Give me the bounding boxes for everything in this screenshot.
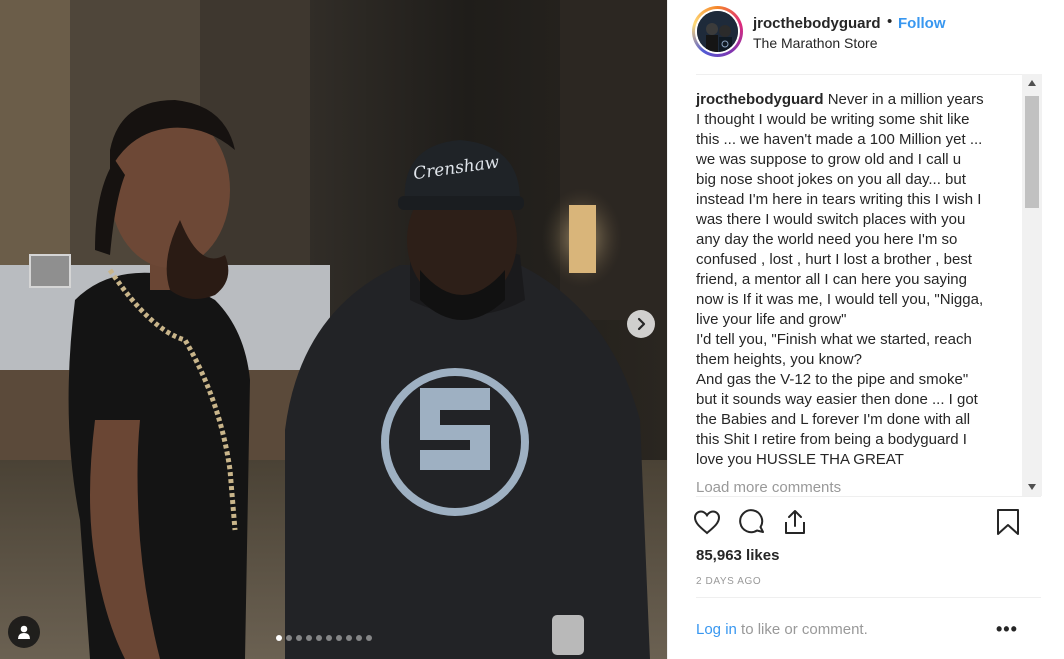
caption-line: any day the world need you here I'm so [696, 230, 996, 250]
triangle-up-icon [1028, 80, 1036, 86]
carousel-dot [306, 635, 312, 641]
post-sidebar: jrocthebodyguard • Follow The Marathon S… [667, 0, 1064, 659]
more-options-button[interactable]: ••• [996, 620, 1018, 638]
caption-text: love you HUSSLE THA GREAT [696, 451, 904, 468]
caption-text: this ... we haven't made a 100 Million y… [696, 131, 983, 148]
caption-text: the Babies and L forever I'm done with a… [696, 411, 971, 428]
login-prompt-text: to like or comment. [736, 621, 868, 638]
caption-text: I'd tell you, "Finish what we started, r… [696, 331, 972, 348]
caption-line: big nose shoot jokes on you all day... b… [696, 170, 996, 190]
login-divider [696, 597, 1041, 598]
caption-line: I'd tell you, "Finish what we started, r… [696, 330, 996, 350]
caption-author[interactable]: jrocthebodyguard [696, 91, 824, 108]
caption-line: jrocthebodyguard Never in a million year… [696, 90, 996, 110]
share-icon [785, 510, 805, 534]
post-username[interactable]: jrocthebodyguard [753, 15, 881, 32]
carousel-dot [296, 635, 302, 641]
caption-text: any day the world need you here I'm so [696, 231, 958, 248]
caption-text: them heights, you know? [696, 351, 862, 368]
post-age[interactable]: 2 DAYS AGO [696, 576, 761, 587]
caption-line: friend, a mentor all I can here you sayi… [696, 270, 996, 290]
caption-text: was there I would switch places with you [696, 211, 966, 228]
caption-text: this Shit I retire from being a bodyguar… [696, 431, 967, 448]
follow-button[interactable]: Follow [898, 15, 946, 32]
caption-line: them heights, you know? [696, 350, 996, 370]
caption-line: instead I'm here in tears writing this I… [696, 190, 996, 210]
comment-button[interactable] [737, 507, 767, 542]
carousel-dot [366, 635, 372, 641]
caption-text: but it sounds way easier then done ... I… [696, 391, 978, 408]
caption-text: instead I'm here in tears writing this I… [696, 191, 982, 208]
next-photo-button[interactable] [627, 310, 655, 338]
caption-line: this ... we haven't made a 100 Million y… [696, 130, 996, 150]
separator-bullet: • [887, 13, 893, 30]
avatar-image [697, 11, 738, 52]
carousel-dot [286, 635, 292, 641]
load-more-comments-button[interactable]: Load more comments [696, 479, 841, 496]
scroll-down-button[interactable] [1022, 478, 1042, 496]
login-prompt: Log in to like or comment. [696, 621, 868, 638]
carousel-dot [316, 635, 322, 641]
actions-divider [696, 496, 1041, 497]
likes-count[interactable]: 85,963 likes [696, 547, 779, 564]
comment-icon [739, 509, 764, 534]
login-link[interactable]: Log in [696, 621, 737, 638]
caption-line: now is If it was me, I would tell you, "… [696, 290, 996, 310]
bookmark-icon [997, 509, 1019, 535]
chevron-right-icon [637, 317, 646, 331]
photo-scene [0, 0, 667, 659]
carousel-dot [336, 635, 342, 641]
caption-line: the Babies and L forever I'm done with a… [696, 410, 996, 430]
caption-text: friend, a mentor all I can here you sayi… [696, 271, 967, 288]
caption-text: big nose shoot jokes on you all day... b… [696, 171, 966, 188]
carousel-indicator [276, 635, 372, 643]
action-bar [692, 507, 1032, 541]
avatar[interactable] [692, 6, 743, 57]
scroll-up-button[interactable] [1022, 74, 1042, 92]
save-button[interactable] [995, 507, 1021, 542]
triangle-down-icon [1028, 484, 1036, 490]
caption-text: confused , lost , hurt I lost a brother … [696, 251, 972, 268]
share-button[interactable] [780, 507, 810, 542]
caption-text: we was suppose to grow old and I call u [696, 151, 962, 168]
scrollbar-thumb[interactable] [1025, 96, 1039, 208]
caption: jrocthebodyguard Never in a million year… [696, 90, 996, 470]
post-header: jrocthebodyguard • Follow The Marathon S… [668, 0, 1064, 75]
caption-line: was there I would switch places with you [696, 210, 996, 230]
comments-scrollbar[interactable] [1022, 74, 1042, 496]
post-photo[interactable]: Crenshaw [0, 0, 667, 659]
caption-line: I thought I would be writing some shit l… [696, 110, 996, 130]
carousel-dot [346, 635, 352, 641]
carousel-dot [356, 635, 362, 641]
tagged-users-button[interactable] [8, 616, 40, 648]
caption-text: Never in a million years [827, 91, 984, 108]
caption-line: we was suppose to grow old and I call u [696, 150, 996, 170]
caption-line: confused , lost , hurt I lost a brother … [696, 250, 996, 270]
caption-line: And gas the V-12 to the pipe and smoke" [696, 370, 996, 390]
header-divider [696, 74, 1038, 75]
caption-line: but it sounds way easier then done ... I… [696, 390, 996, 410]
user-tag-icon [18, 625, 30, 639]
carousel-dot [326, 635, 332, 641]
caption-text: live your life and grow" [696, 311, 847, 328]
post-location[interactable]: The Marathon Store [753, 35, 878, 51]
caption-line: love you HUSSLE THA GREAT [696, 450, 996, 470]
caption-text: now is If it was me, I would tell you, "… [696, 291, 984, 308]
caption-line: this Shit I retire from being a bodyguar… [696, 430, 996, 450]
like-button[interactable] [692, 507, 722, 542]
caption-text: I thought I would be writing some shit l… [696, 111, 970, 128]
heart-icon [693, 510, 721, 535]
caption-text: And gas the V-12 to the pipe and smoke" [696, 371, 969, 388]
carousel-dot [276, 635, 282, 641]
caption-line: live your life and grow" [696, 310, 996, 330]
